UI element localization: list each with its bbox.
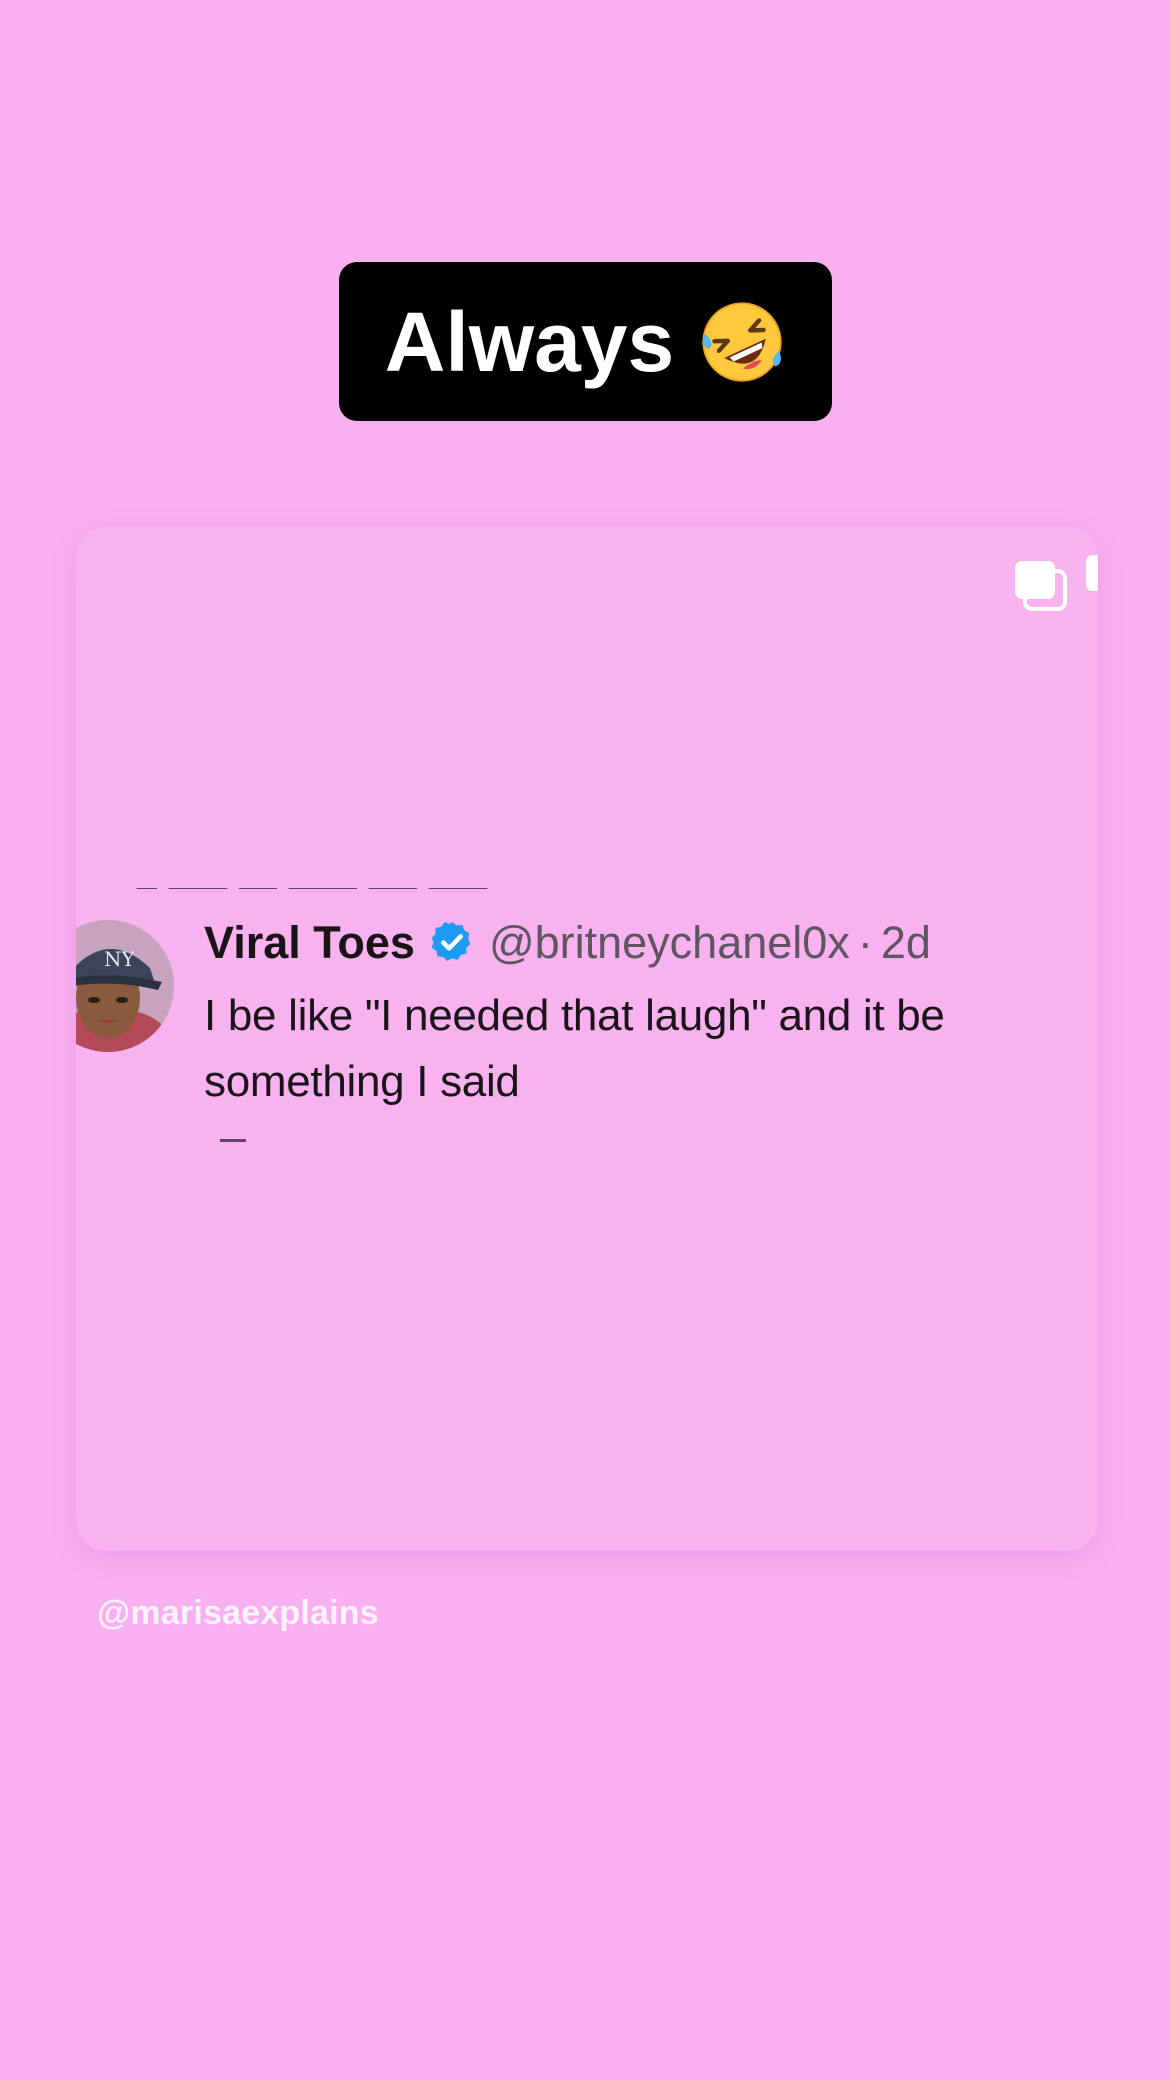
tweet-text: I be like "I needed that laugh" and it b… [204,991,945,1106]
credit-mention[interactable]: @marisaexplains [97,1594,379,1633]
tweet-actions-cropped [220,1139,246,1142]
user-handle[interactable]: @britneychanel0x [489,920,850,965]
avatar[interactable]: NY [76,920,174,1052]
post-time: 2d [880,916,931,968]
rolling-on-floor-laughing-emoji-icon [702,301,782,382]
avatar-photo: NY [76,920,174,1052]
caption-text: Always [384,294,675,389]
multiple-images-icon [1015,561,1067,611]
display-name[interactable]: Viral Toes [204,920,415,965]
svg-text:NY: NY [104,947,136,971]
next-slide-peek [1086,555,1098,591]
separator-dot: · [857,916,873,968]
caption-sticker[interactable]: Always [339,262,832,421]
reposted-line-cropped [136,879,516,889]
shared-post-card[interactable]: NY Viral Toes @britneychanel0x · 2d I be… [76,527,1098,1551]
verified-badge-icon [431,921,471,962]
tweet-header: Viral Toes @britneychanel0x · 2d [204,919,931,965]
